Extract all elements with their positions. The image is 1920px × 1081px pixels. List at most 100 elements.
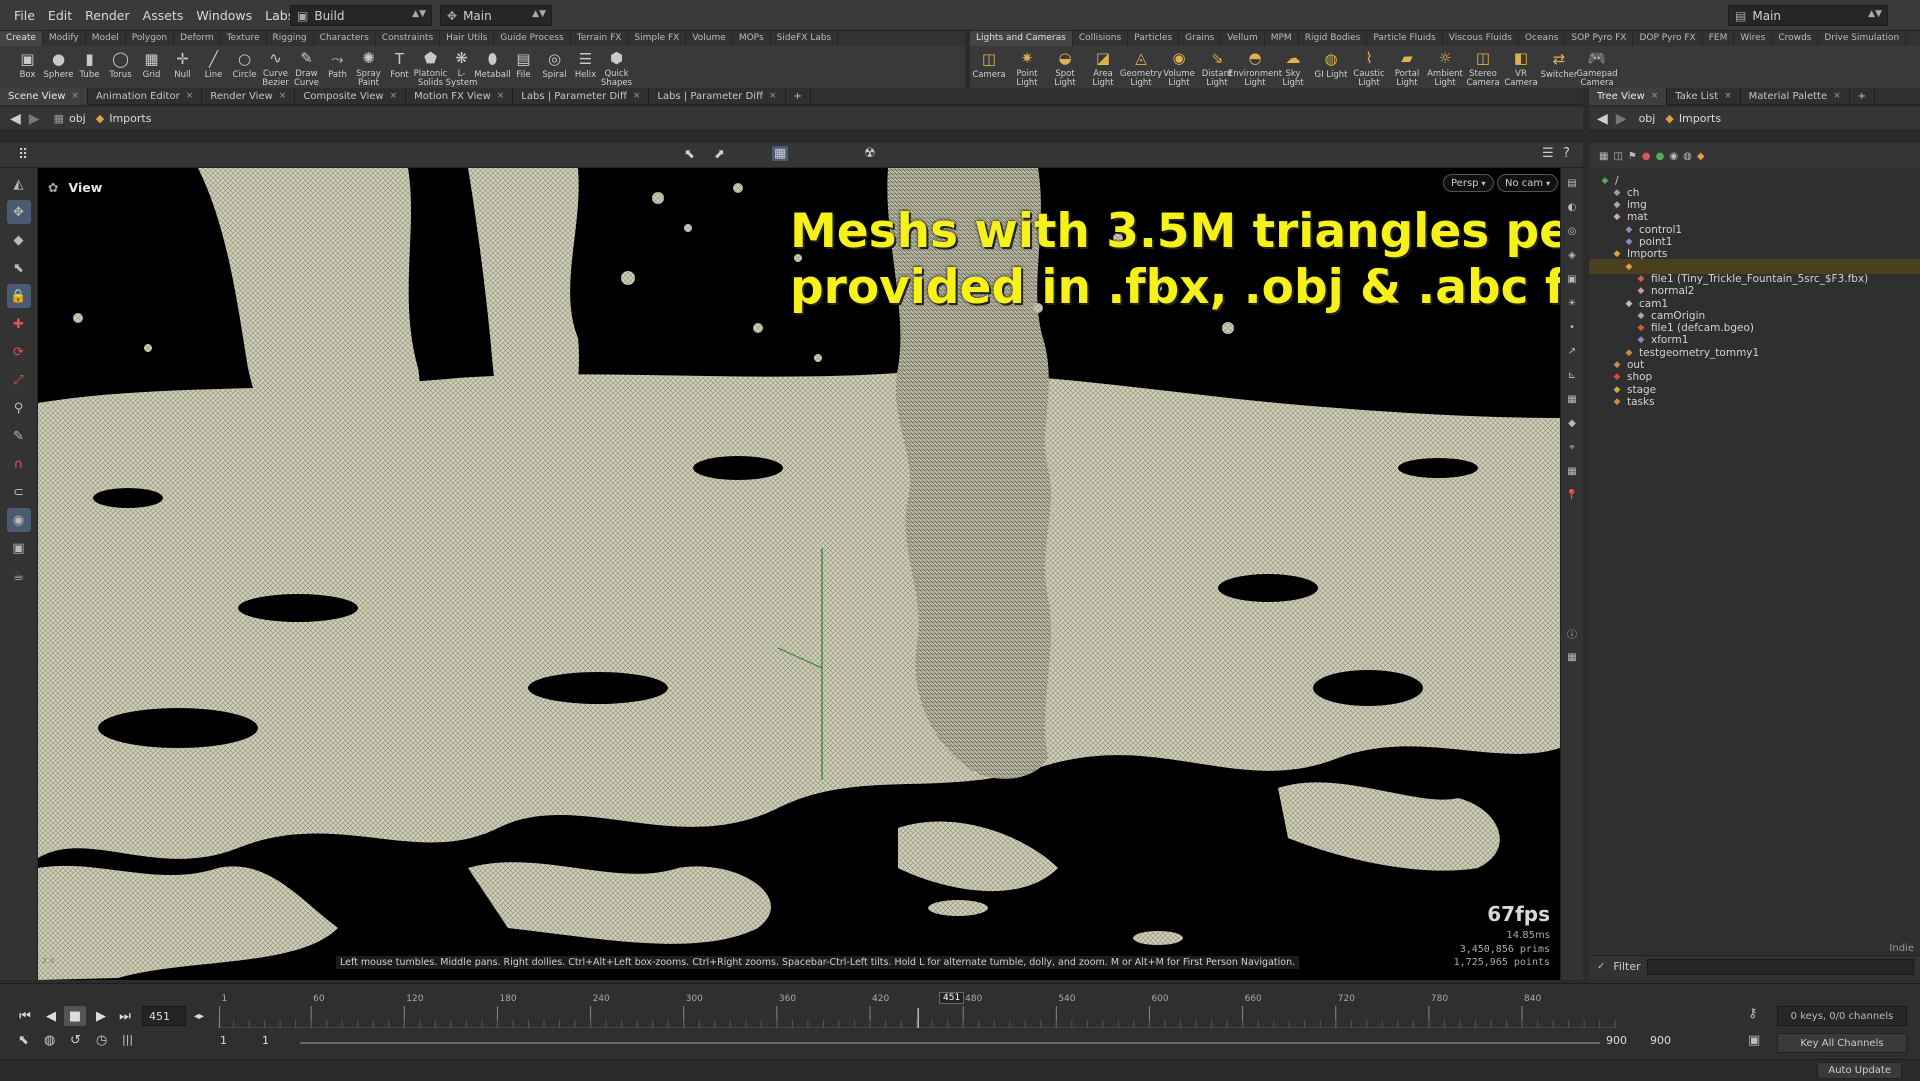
point-display-icon[interactable]: • (1563, 318, 1581, 336)
loop-icon[interactable]: ↺ (70, 1033, 81, 1048)
pane-tab-labs-parameter-diff[interactable]: Labs | Parameter Diff × (513, 87, 650, 105)
go-to-end-button[interactable]: ⏭ (114, 1006, 136, 1026)
forward-arrow-icon[interactable]: ▶ (29, 111, 40, 127)
shelf-tab-viscous-fluids[interactable]: Viscous Fluids (1443, 31, 1519, 46)
close-tab-icon[interactable]: × (497, 88, 505, 105)
shelf-tab-guide-process[interactable]: Guide Process (494, 31, 571, 46)
tool-quick-shapes[interactable]: ⬢ Quick Shapes (601, 46, 632, 88)
pane-tab-render-view[interactable]: Render View × (202, 87, 296, 105)
paint-icon[interactable]: ✎ (7, 424, 31, 448)
desktop-dropdown[interactable]: ▣ Build ▲▼ (290, 5, 432, 26)
shelf-tab-constraints[interactable]: Constraints (376, 31, 441, 46)
tool-font[interactable]: T Font (384, 46, 415, 88)
translate-icon[interactable]: ✚ (7, 312, 31, 336)
shelf-tab-rigid-bodies[interactable]: Rigid Bodies (1299, 31, 1368, 46)
camera-tool-icon[interactable]: ◉ (6, 508, 31, 532)
select-tool-icon[interactable]: ⬉ (7, 256, 31, 280)
display-icon[interactable]: ▤ (1563, 174, 1581, 192)
tool-helix[interactable]: ☰ Helix (570, 46, 601, 88)
tree-node[interactable]: ◆ tasks (1611, 394, 1655, 409)
range-end-field[interactable]: 900 (1606, 1034, 1627, 1047)
menu-render[interactable]: Render (85, 8, 130, 23)
shelf-tab-create[interactable]: Create (0, 31, 43, 46)
tool-box[interactable]: ▣ Box (12, 46, 43, 88)
render-icon[interactable]: ☢ (864, 146, 876, 161)
tool-switcher[interactable]: ⇄ Switcher (1540, 46, 1578, 88)
add-tab-button[interactable]: + (1850, 87, 1876, 105)
pin-icon[interactable]: 📍 (1563, 486, 1581, 504)
tool-geometry-light[interactable]: ◬ Geometry Light (1120, 46, 1162, 88)
pane-tab-scene-view[interactable]: Scene View × (0, 87, 88, 105)
tree-color-icon[interactable]: ● (1642, 151, 1651, 162)
tool-line[interactable]: ╱ Line (198, 46, 229, 88)
path-root[interactable]: ▦ obj (54, 112, 86, 125)
tool-spiral[interactable]: ◎ Spiral (539, 46, 570, 88)
shelf-tab-wires[interactable]: Wires (1734, 31, 1773, 46)
shelf-tab-grains[interactable]: Grains (1179, 31, 1222, 46)
shading-icon[interactable]: ◈ (1563, 246, 1581, 264)
key-icon[interactable]: ⚷ (1748, 1006, 1758, 1021)
audio-icon[interactable]: ◍ (44, 1033, 55, 1048)
stop-button[interactable]: ■ (64, 1006, 86, 1026)
handle-tool-icon[interactable]: ◆ (7, 228, 31, 252)
close-tab-icon[interactable]: × (1724, 88, 1732, 105)
tree-bypass-icon[interactable]: ◍ (1683, 151, 1692, 162)
tool-caustic-light[interactable]: ⌇ Caustic Light (1350, 46, 1388, 88)
shelf-tab-sop-pyro-fx[interactable]: SOP Pyro FX (1565, 31, 1634, 46)
tree-filter-icon[interactable]: ▦ (1599, 151, 1608, 162)
move-tool-icon[interactable]: ✥ (6, 200, 31, 224)
coffee-icon[interactable]: ☕ (7, 564, 31, 588)
tool-stereo-camera[interactable]: ◫ Stereo Camera (1464, 46, 1502, 88)
tree-lock-icon[interactable]: ◆ (1697, 151, 1705, 162)
shelf-tab-particle-fluids[interactable]: Particle Fluids (1367, 31, 1443, 46)
menu-assets[interactable]: Assets (143, 8, 184, 23)
tool-file[interactable]: ▤ File (508, 46, 539, 88)
tree-select-icon[interactable]: ◫ (1613, 151, 1622, 162)
lighting-icon[interactable]: ☀ (1563, 294, 1581, 312)
menu-edit[interactable]: Edit (48, 8, 72, 23)
menu-file[interactable]: File (14, 8, 35, 23)
shelf-tab-terrain-fx[interactable]: Terrain FX (571, 31, 629, 46)
shelf-tab-polygon[interactable]: Polygon (126, 31, 175, 46)
shelf-tab-fem[interactable]: FEM (1703, 31, 1735, 46)
add-tab-button[interactable]: + (786, 87, 811, 105)
tool-tube[interactable]: ▮ Tube (74, 46, 105, 88)
scale-icon[interactable]: ⤢ (7, 368, 31, 392)
range-end-field-2[interactable]: 900 (1650, 1034, 1671, 1047)
shelf-tab-characters[interactable]: Characters (314, 31, 376, 46)
shelf-tab-rigging[interactable]: Rigging (267, 31, 314, 46)
right-main-dropdown[interactable]: ▤ Main ▲▼ (1728, 5, 1888, 26)
tool-circle[interactable]: ○ Circle (229, 46, 260, 88)
shelf-tab-drive-simulation[interactable]: Drive Simulation (1818, 31, 1907, 46)
snapshot-icon[interactable]: ▣ (1563, 270, 1581, 288)
close-tab-icon[interactable]: × (1651, 88, 1659, 105)
flipbook-icon[interactable]: ▣ (7, 536, 31, 560)
pane-tab-animation-editor[interactable]: Animation Editor × (88, 87, 203, 105)
pane-tab-motion-fx-view[interactable]: Motion FX View × (406, 87, 514, 105)
keyframe-icon[interactable]: ||| (122, 1033, 133, 1046)
shelf-tab-lights-and-cameras[interactable]: Lights and Cameras (970, 31, 1073, 46)
tree-display-icon[interactable]: ● (1656, 151, 1665, 162)
step-frame-icon[interactable]: ◂▸ (188, 1006, 210, 1026)
clock-icon[interactable]: ◷ (96, 1033, 107, 1048)
timeline-ruler[interactable]: 1 60 120 180 240 300 360 420 480 540 600 660 720 780 8… (218, 992, 1618, 1028)
wireframe-toggle-icon[interactable]: ▦ (772, 146, 789, 161)
rotate-icon[interactable]: ⟳ (7, 340, 31, 364)
shelf-tab-mpm[interactable]: MPM (1265, 31, 1299, 46)
close-tab-icon[interactable]: × (390, 88, 398, 105)
shelf-tab-modify[interactable]: Modify (43, 31, 86, 46)
persp-dropdown[interactable]: Persp ▾ (1443, 174, 1494, 192)
tool-draw-curve[interactable]: ✎ Draw Curve (291, 46, 322, 88)
shelf-tab-sidefx-labs[interactable]: SideFX Labs (771, 31, 839, 46)
back-arrow-icon[interactable]: ◀ (10, 111, 21, 127)
close-tab-icon[interactable]: × (71, 88, 79, 105)
ghost-icon[interactable]: ◐ (1563, 198, 1581, 216)
range-start-field-2[interactable]: 1 (262, 1034, 269, 1047)
tool-environment-light[interactable]: ◓ Environment Light (1228, 46, 1282, 88)
tree-template-icon[interactable]: ◉ (1669, 151, 1678, 162)
shelf-tab-model[interactable]: Model (86, 31, 126, 46)
tool-spot-light[interactable]: ◒ Spot Light (1046, 46, 1084, 88)
shelf-tab-vellum[interactable]: Vellum (1221, 31, 1265, 46)
shelf-tab-deform[interactable]: Deform (174, 31, 221, 46)
channel-icon[interactable]: ▣ (1748, 1033, 1760, 1048)
